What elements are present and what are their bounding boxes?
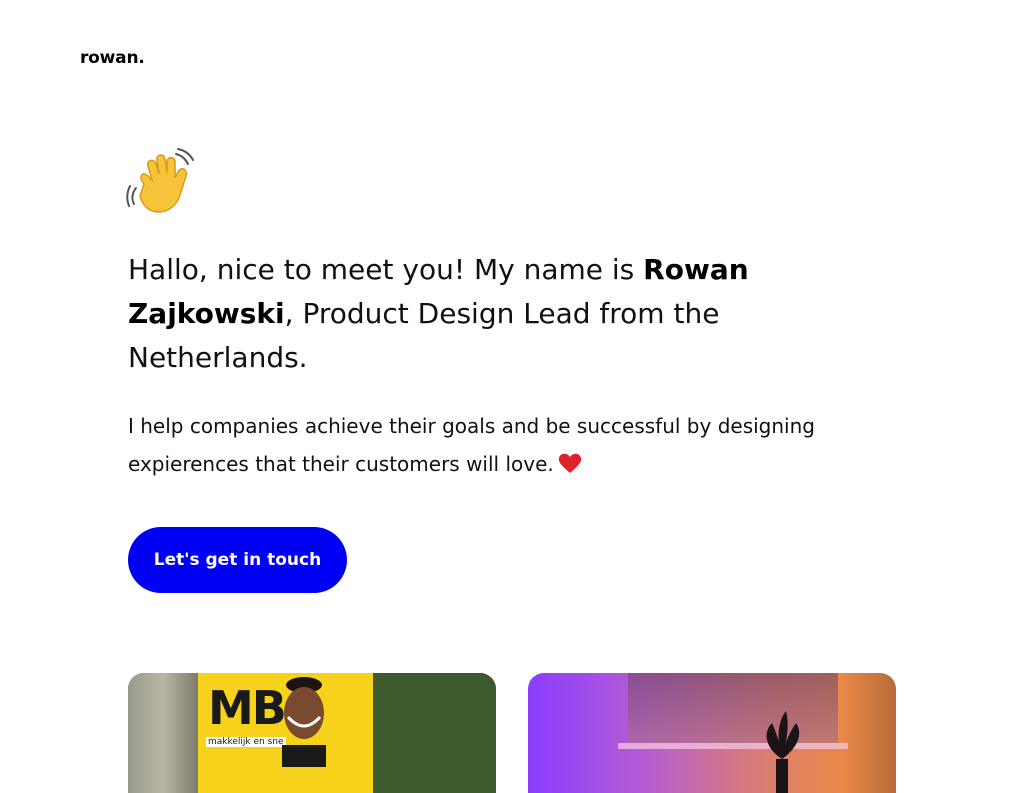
logo[interactable]: rowan. [80, 48, 145, 68]
intro-prefix: Hallo, nice to meet you! My name is [128, 253, 644, 286]
intro-heading: Hallo, nice to meet you! My name is Rowa… [128, 248, 828, 380]
tree-trunk-image [128, 673, 198, 793]
portrait-card[interactable]: MBO makkelijk en sne [128, 673, 496, 793]
hedge-image [373, 673, 496, 793]
heart-icon [558, 453, 581, 473]
intro-subtitle: I help companies achieve their goals and… [128, 407, 908, 483]
interior-card[interactable] [528, 673, 896, 793]
shelf-image [618, 743, 848, 749]
plant-image [766, 711, 800, 793]
get-in-touch-button[interactable]: Let's get in touch [128, 527, 347, 593]
waving-hand-icon [126, 148, 194, 213]
person-portrait-image [282, 677, 326, 767]
subtitle-text: I help companies achieve their goals and… [128, 414, 815, 476]
